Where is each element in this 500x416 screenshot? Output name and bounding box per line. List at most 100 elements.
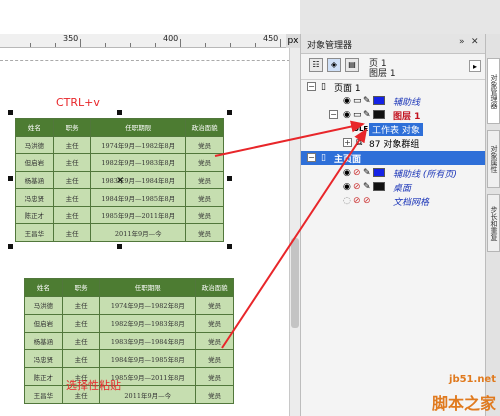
col-header-term: 任职期限 [99,278,197,297]
cell: 主任 [61,331,101,351]
pencil-icon[interactable]: ✎ [363,168,371,178]
cell: 但启岩 [15,153,54,172]
ruler-unit-icon[interactable]: px [286,34,300,48]
printer-icon[interactable]: ▭ [353,110,362,120]
tree-item-worksheet-object[interactable]: OLE 工作表 对象 [301,122,486,136]
tree-label: 工作表 对象 [369,123,423,136]
cell: 党员 [195,295,234,315]
cell: 1984年9月—1985年8月 [99,349,197,369]
cell: 1974年9月—1982年8月 [99,295,197,315]
tree-label: 文档网格 [393,198,430,208]
tree-item-master-page[interactable]: − ▯ 主页面 [301,151,486,165]
selection-handle-bc[interactable] [117,244,122,249]
cell: 党员 [185,205,224,225]
edit-across-layers-icon[interactable]: ◈ [327,58,341,72]
col-header-term: 任职期限 [90,118,187,137]
panel-menu-arrow-icon[interactable]: ▸ [469,60,481,72]
cell: 杨基涵 [15,170,54,190]
cell: 主任 [52,205,92,225]
vertical-scrollbar[interactable] [289,48,300,416]
eye-icon[interactable]: ◉ [343,110,351,120]
lock-icon[interactable]: ⊘ [363,196,371,206]
tree-item-document-grid[interactable]: ◌ ⊘ ⊘ 文档网格 [301,194,486,208]
pasted-table-bottom[interactable]: 姓名 职务 任职期限 政治面貌 马洪德 主任 1974年9月—1982年8月 党员 但… [24,278,234,404]
printer-disabled-icon[interactable]: ⊘ [353,182,361,192]
page-icon: ▯ [321,82,326,92]
pencil-icon[interactable]: ✎ [363,110,371,120]
horizontal-ruler: 350 400 450 [0,34,300,48]
printer-disabled-icon[interactable]: ⊘ [353,168,361,178]
expand-icon[interactable]: + [343,138,352,147]
scrollbar-thumb[interactable] [291,238,299,328]
cell: 主任 [61,313,101,333]
tab-object-properties[interactable]: 对象属性 [487,130,500,188]
watermark-domain: jb51.net [449,374,496,385]
eye-icon[interactable]: ◉ [343,96,351,106]
tree-item-guides-all[interactable]: ◉ ⊘ ✎ 辅助线 (所有页) [301,166,486,180]
eye-icon[interactable]: ◉ [343,182,351,192]
close-panel-icon[interactable]: ✕ [471,37,479,47]
cell: 党员 [185,223,224,242]
table-row: 杨基涵 主任 1983年9月—1984年8月 党员 [24,331,234,351]
tab-object-manager[interactable]: 对象管理器 [487,58,500,124]
table-header-row: 姓名 职务 任职期限 政治面貌 [24,278,234,297]
cell: 党员 [185,188,224,207]
cell: 1984年9月—1985年8月 [90,188,187,207]
panel-title: 对象管理器 [307,41,353,51]
cell: 陈正才 [24,367,63,387]
selection-handle-tl[interactable] [8,110,13,115]
cell: 主任 [52,223,92,242]
layer-manager-view-icon[interactable]: ▤ [345,58,359,72]
collapse-icon[interactable]: − [307,82,316,91]
selection-handle-br[interactable] [227,244,232,249]
collapse-icon[interactable]: − [307,153,316,162]
col-header-position: 职务 [52,118,92,137]
tree-item-group[interactable]: + ⧉ 87 对象群组 [301,136,486,150]
pencil-icon[interactable]: ✎ [363,182,371,192]
tree-item-guides[interactable]: ◉ ▭ ✎ 辅助线 [301,94,486,108]
col-header-position: 职务 [61,278,101,297]
tree-label: 页面 1 [334,84,361,94]
cell: 1982年9月—1983年8月 [90,153,187,172]
tree-label: 主页面 [334,155,362,165]
selection-handle-ml[interactable] [8,176,13,181]
eye-icon[interactable]: ◉ [343,168,351,178]
layer-color-swatch [373,96,385,105]
show-properties-icon[interactable]: ☷ [309,58,323,72]
tree-item-desktop[interactable]: ◉ ⊘ ✎ 桌面 [301,180,486,194]
layer-color-swatch [373,182,385,191]
eye-hidden-icon[interactable]: ◌ [343,196,351,206]
cell: 王昌华 [24,385,63,404]
printer-icon[interactable]: ▭ [353,96,362,106]
docker-side-tabs: 对象管理器 对象属性 步长和重复 [485,34,500,416]
tree-label: 87 对象群组 [369,140,420,150]
cell: 党员 [185,135,224,155]
table-header-row: 姓名 职务 任职期限 政治面貌 [15,118,224,137]
cell: 2011年9月—今 [90,223,187,242]
printer-disabled-icon[interactable]: ⊘ [353,196,361,206]
page-border [0,60,290,61]
table-row: 陈正才 主任 1985年9月—2011年8月 党员 [15,205,224,225]
table-row: 冯忠贤 主任 1984年9月—1985年8月 党员 [24,349,234,369]
cell: 主任 [52,188,92,207]
tab-step-and-repeat[interactable]: 步长和重复 [487,194,500,252]
selection-handle-tr[interactable] [227,110,232,115]
cell: 主任 [61,349,101,369]
drawing-canvas[interactable]: 350 400 450 px CTRL+v 姓名 职务 任职期限 政治面貌 马洪… [0,0,300,416]
collapse-icon[interactable]: − [329,110,338,119]
selection-handle-tc[interactable] [117,110,122,115]
panel-toolbar: ☷ ◈ ▤ 页 1 图层 1 ▸ [301,54,485,80]
tree-item-layer1[interactable]: − ◉ ▭ ✎ 图层 1 [301,108,486,122]
cell: 马洪德 [24,295,63,315]
tree-item-page1[interactable]: − ▯ 页面 1 [301,80,486,94]
collapse-panel-icon[interactable]: » [459,37,465,47]
panel-titlebar: 对象管理器 » ✕ [301,34,485,54]
selection-handle-mr[interactable] [227,176,232,181]
cell: 党员 [185,170,224,190]
selection-center-marker: × [116,175,125,186]
cell: 杨基涵 [24,331,63,351]
selection-handle-bl[interactable] [8,244,13,249]
ruler-mark-450: 450 [263,34,279,43]
pencil-icon[interactable]: ✎ [363,96,371,106]
ruler-mark-350: 350 [63,34,79,43]
